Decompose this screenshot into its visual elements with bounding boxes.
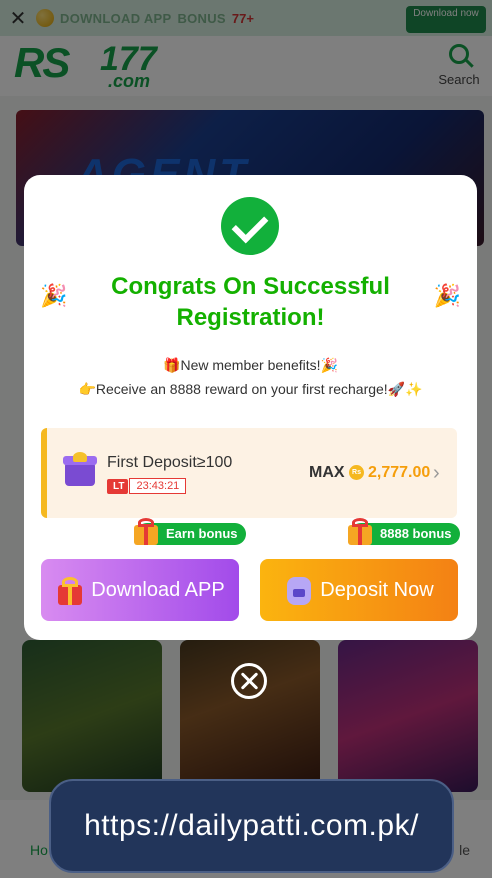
8888-bonus-tag: 8888 bonus [348, 518, 460, 545]
deposit-now-label: Deposit Now [320, 578, 434, 601]
registration-success-modal: 🎉 🎉 Congrats On Successful Registration!… [24, 175, 477, 640]
url-text: https://dailypatti.com.pk/ [84, 809, 419, 842]
success-check-icon [221, 197, 279, 255]
benefit-line-1: 🎁New member benefits!🎉 [163, 357, 338, 373]
download-app-label: Download APP [91, 578, 225, 601]
gift-icon [346, 517, 376, 545]
max-label: MAX [309, 464, 345, 481]
modal-close-icon[interactable] [231, 663, 267, 699]
gift-icon [55, 575, 85, 605]
first-deposit-offer[interactable]: First Deposit≥100 LT 23:43:21 MAX Rs 2,7… [41, 428, 457, 518]
limited-time-tag: LT [107, 478, 129, 494]
countdown-timer: 23:43:21 [129, 478, 187, 494]
chevron-right-icon: › [433, 462, 440, 484]
earn-bonus-label: Earn bonus [166, 526, 238, 541]
limited-time-badge: LT 23:43:21 [107, 477, 187, 495]
url-watermark: https://dailypatti.com.pk/ [49, 779, 454, 873]
rupee-coin-icon: Rs [349, 465, 364, 480]
earn-bonus-tag: Earn bonus [134, 518, 246, 545]
first-deposit-label: First Deposit≥100 [107, 454, 233, 471]
gift-icon [132, 517, 162, 545]
8888-bonus-label: 8888 bonus [380, 526, 452, 541]
deposit-now-button[interactable]: Deposit Now [260, 559, 458, 621]
treasure-box-icon [61, 452, 99, 488]
wallet-icon [284, 575, 314, 605]
max-amount: 2,777.00 [368, 464, 431, 481]
benefit-line-2: 👉Receive an 8888 reward on your first re… [78, 381, 423, 397]
party-popper-icon: 🎉 [433, 283, 461, 308]
download-app-button[interactable]: Download APP [41, 559, 239, 621]
congrats-title: Congrats On Successful Registration! [111, 273, 390, 331]
